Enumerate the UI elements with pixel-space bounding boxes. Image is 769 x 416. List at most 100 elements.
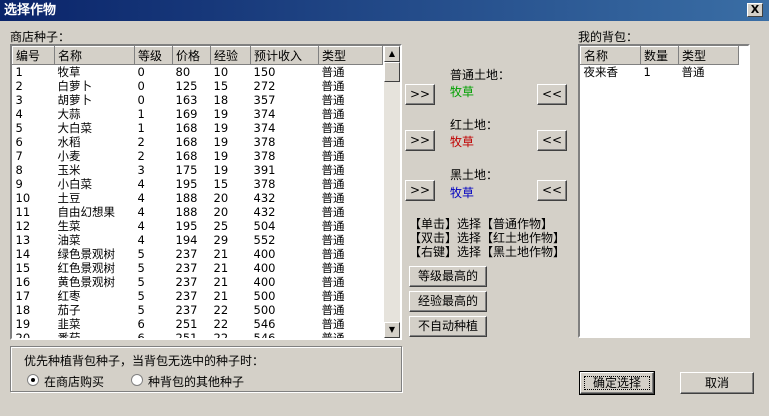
table-cell: 19 — [213, 121, 229, 135]
table-cell: 小白菜 — [57, 177, 93, 191]
table-cell: 韭菜 — [57, 317, 81, 331]
other-bag-seed-radio[interactable] — [131, 374, 143, 386]
table-cell: 272 — [253, 79, 276, 93]
column-header[interactable]: 等级 — [134, 46, 173, 65]
scroll-up-icon[interactable]: ▲ — [384, 46, 400, 62]
column-header[interactable]: 价格 — [172, 46, 211, 65]
table-cell: 0 — [137, 65, 145, 79]
black-soil-label: 黑土地： — [450, 168, 499, 182]
table-cell: 牧草 — [57, 65, 81, 79]
shop-seed-list[interactable]: 编号 名称 等级 价格 经验 预计收入 类型 1 牧草 0 80 10 150 普通 2 白萝卜 0 125 15… — [10, 44, 402, 340]
table-cell: 14 — [15, 247, 31, 261]
highest-exp-button[interactable]: 经验最高的 — [409, 291, 487, 312]
table-row[interactable]: 15 红色景观树 5 237 21 400 普通 — [13, 261, 383, 275]
no-auto-plant-button[interactable]: 不自动种植 — [409, 316, 487, 337]
table-cell: 22 — [213, 303, 229, 317]
table-cell: 普通 — [321, 275, 345, 289]
table-cell: 21 — [213, 261, 229, 275]
table-row[interactable]: 20 番茄 6 251 22 546 普通 — [13, 331, 383, 340]
table-row[interactable]: 10 土豆 4 188 20 432 普通 — [13, 191, 383, 205]
shop-list-scrollbar[interactable]: ▲ ▼ — [384, 46, 400, 338]
table-cell: 19 — [213, 149, 229, 163]
table-row[interactable]: 19 韭菜 6 251 22 546 普通 — [13, 317, 383, 331]
table-cell: 251 — [175, 317, 198, 331]
table-cell: 378 — [253, 149, 276, 163]
table-row[interactable]: 4 大蒜 1 169 19 374 普通 — [13, 107, 383, 121]
table-row[interactable]: 12 生菜 4 195 25 504 普通 — [13, 219, 383, 233]
red-soil-value: 牧草 — [450, 135, 475, 149]
table-row[interactable]: 夜来香 1 普通 — [581, 65, 739, 80]
table-row[interactable]: 3 胡萝卜 0 163 18 357 普通 — [13, 93, 383, 107]
table-cell: 546 — [253, 331, 276, 340]
table-cell: 21 — [213, 247, 229, 261]
table-cell: 4 — [15, 107, 23, 121]
add-normal-soil-button[interactable]: >> — [405, 84, 435, 105]
table-cell: 2 — [15, 79, 23, 93]
table-row[interactable]: 17 红枣 5 237 21 500 普通 — [13, 289, 383, 303]
table-cell: 1 — [643, 65, 651, 79]
bag-seed-list[interactable]: 名称 数量 类型 夜来香 1 普通 — [578, 44, 750, 338]
scroll-thumb[interactable] — [384, 62, 400, 82]
table-row[interactable]: 14 绿色景观树 5 237 21 400 普通 — [13, 247, 383, 261]
table-cell: 19 — [213, 163, 229, 177]
table-cell: 20 — [15, 331, 31, 340]
column-header[interactable]: 类型 — [318, 46, 383, 65]
table-cell: 5 — [137, 261, 145, 275]
select-crop-dialog: 选择作物 X 商店种子： 编号 名称 等级 价格 经验 预计收入 类型 1 牧草 0 80 10 15… — [0, 0, 769, 416]
table-cell: 168 — [175, 135, 198, 149]
table-row[interactable]: 18 茄子 5 237 22 500 普通 — [13, 303, 383, 317]
shop-seed-table: 编号 名称 等级 价格 经验 预计收入 类型 1 牧草 0 80 10 150 普通 2 白萝卜 0 125 15… — [12, 46, 383, 340]
confirm-button[interactable]: 确定选择 — [579, 371, 655, 395]
table-cell: 19 — [213, 107, 229, 121]
table-cell: 391 — [253, 163, 276, 177]
column-header[interactable]: 名称 — [54, 46, 135, 65]
scroll-down-icon[interactable]: ▼ — [384, 322, 400, 338]
table-cell: 15 — [213, 177, 229, 191]
cancel-button[interactable]: 取消 — [680, 372, 754, 394]
column-header[interactable]: 类型 — [678, 46, 739, 65]
add-black-soil-button[interactable]: >> — [405, 180, 435, 201]
column-header[interactable]: 名称 — [580, 46, 641, 65]
table-cell: 237 — [175, 303, 198, 317]
close-button[interactable]: X — [747, 3, 763, 17]
remove-normal-soil-button[interactable]: << — [537, 84, 567, 105]
table-cell: 125 — [175, 79, 198, 93]
table-row[interactable]: 6 水稻 2 168 19 378 普通 — [13, 135, 383, 149]
buy-in-shop-radio[interactable] — [27, 374, 39, 386]
table-cell: 25 — [213, 219, 229, 233]
table-row[interactable]: 5 大白菜 1 168 19 374 普通 — [13, 121, 383, 135]
table-cell: 4 — [137, 205, 145, 219]
table-row[interactable]: 2 白萝卜 0 125 15 272 普通 — [13, 79, 383, 93]
column-header[interactable]: 编号 — [12, 46, 55, 65]
table-row[interactable]: 1 牧草 0 80 10 150 普通 — [13, 65, 383, 80]
remove-black-soil-button[interactable]: << — [537, 180, 567, 201]
table-row[interactable]: 13 油菜 4 194 29 552 普通 — [13, 233, 383, 247]
table-row[interactable]: 8 玉米 3 175 19 391 普通 — [13, 163, 383, 177]
column-header[interactable]: 经验 — [210, 46, 251, 65]
table-cell: 378 — [253, 135, 276, 149]
table-cell: 普通 — [321, 303, 345, 317]
table-cell: 19 — [15, 317, 31, 331]
buy-in-shop-label[interactable]: 在商店购买 — [44, 373, 104, 390]
table-cell: 普通 — [321, 65, 345, 79]
table-row[interactable]: 16 黄色景观树 5 237 21 400 普通 — [13, 275, 383, 289]
table-cell: 12 — [15, 219, 31, 233]
column-header[interactable]: 预计收入 — [250, 46, 319, 65]
add-red-soil-button[interactable]: >> — [405, 130, 435, 151]
table-cell: 237 — [175, 275, 198, 289]
table-cell: 432 — [253, 191, 276, 205]
table-cell: 普通 — [321, 261, 345, 275]
table-row[interactable]: 11 自由幻想果 4 188 20 432 普通 — [13, 205, 383, 219]
table-cell: 普通 — [321, 121, 345, 135]
table-row[interactable]: 7 小麦 2 168 19 378 普通 — [13, 149, 383, 163]
column-header[interactable]: 数量 — [640, 46, 679, 65]
table-cell: 普通 — [321, 219, 345, 233]
focus-rect — [584, 376, 650, 390]
highest-level-button[interactable]: 等级最高的 — [409, 266, 487, 287]
table-cell: 普通 — [321, 135, 345, 149]
table-cell: 3 — [137, 163, 145, 177]
other-bag-seed-label[interactable]: 种背包的其他种子 — [148, 373, 244, 390]
remove-red-soil-button[interactable]: << — [537, 130, 567, 151]
table-cell: 357 — [253, 93, 276, 107]
table-row[interactable]: 9 小白菜 4 195 15 378 普通 — [13, 177, 383, 191]
